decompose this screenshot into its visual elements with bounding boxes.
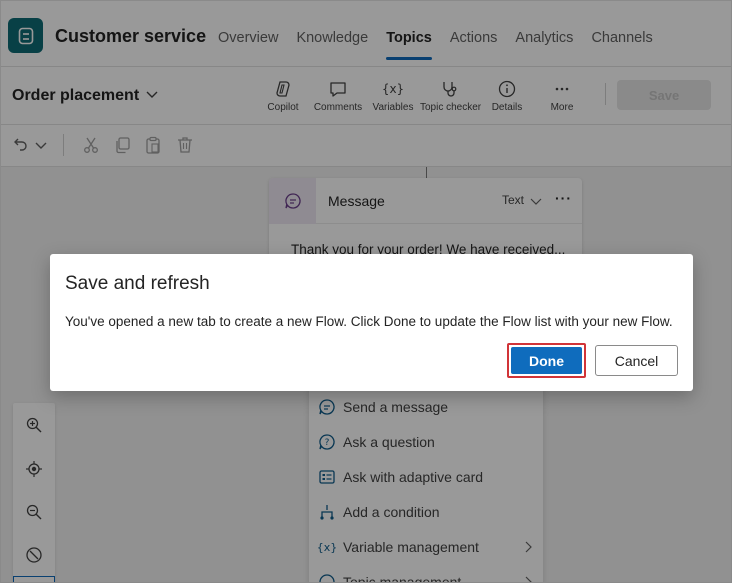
done-button-highlight: Done — [507, 343, 586, 378]
app-window: Customer service Overview Knowledge Topi… — [0, 0, 732, 583]
save-refresh-dialog: Save and refresh You've opened a new tab… — [50, 254, 693, 391]
dialog-message: You've opened a new tab to create a new … — [65, 314, 673, 329]
done-button[interactable]: Done — [511, 347, 582, 374]
cancel-button[interactable]: Cancel — [595, 345, 678, 376]
dialog-title: Save and refresh — [65, 273, 210, 294]
